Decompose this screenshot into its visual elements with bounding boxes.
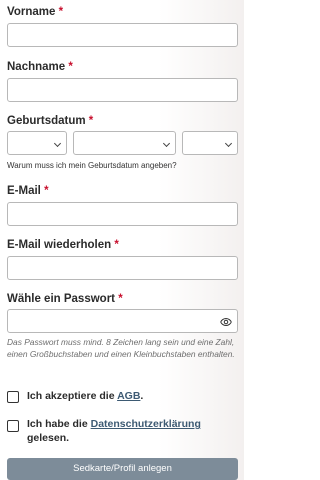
email-input[interactable] bbox=[7, 202, 238, 226]
chevron-down-icon bbox=[162, 139, 171, 148]
email-repeat-label: E-Mail wiederholen * bbox=[7, 239, 119, 251]
chevron-down-icon bbox=[53, 139, 62, 148]
password-hint: Das Passwort muss mind. 8 Zeichen lang s… bbox=[7, 337, 235, 359]
password-label: Wähle ein Passwort * bbox=[7, 293, 123, 305]
birth-month-select[interactable] bbox=[73, 131, 176, 155]
chevron-down-icon bbox=[224, 139, 233, 148]
privacy-link[interactable]: Datenschutzerklärung bbox=[91, 418, 201, 430]
nachname-input[interactable] bbox=[7, 78, 238, 102]
geburtsdatum-label: Geburtsdatum * bbox=[7, 115, 94, 127]
submit-button[interactable]: Sedkarte/Profil anlegen bbox=[7, 458, 238, 480]
agb-link[interactable]: AGB bbox=[117, 390, 140, 402]
privacy-label: Ich habe die Datenschutzerklärung gelese… bbox=[27, 418, 201, 444]
email-label: E-Mail * bbox=[7, 185, 49, 197]
vorname-input[interactable] bbox=[7, 23, 238, 47]
agb-checkbox[interactable] bbox=[7, 391, 19, 403]
nachname-label: Nachname * bbox=[7, 61, 73, 73]
eye-icon[interactable] bbox=[220, 316, 232, 328]
agb-label: Ich akzeptiere die AGB. bbox=[27, 390, 144, 402]
privacy-checkbox[interactable] bbox=[7, 420, 19, 432]
birth-year-select[interactable] bbox=[182, 131, 238, 155]
vorname-label: Vorname * bbox=[7, 6, 64, 18]
birth-day-select[interactable] bbox=[7, 131, 67, 155]
email-repeat-input[interactable] bbox=[7, 256, 238, 280]
birthdate-why-link[interactable]: Warum muss ich mein Geburtsdatum angeben… bbox=[7, 161, 177, 170]
password-input[interactable] bbox=[7, 309, 238, 333]
